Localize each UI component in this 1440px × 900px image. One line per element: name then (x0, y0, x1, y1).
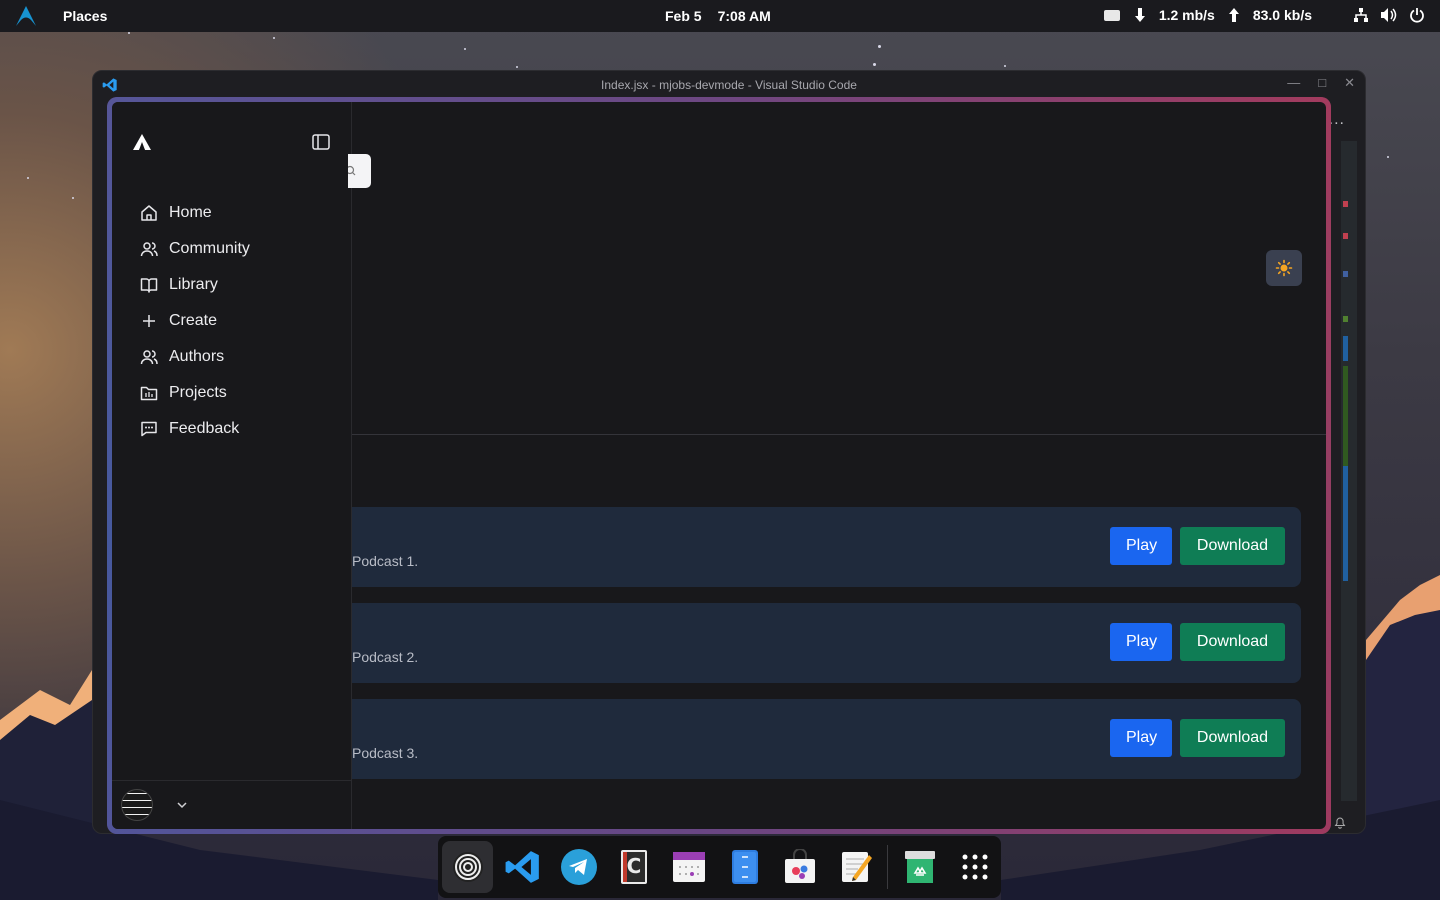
text-editor-icon (841, 852, 872, 882)
users-icon (140, 350, 158, 365)
sidebar-item-projects[interactable]: Projects (140, 375, 250, 411)
download-arrow-icon (1131, 6, 1149, 24)
download-button[interactable]: Download (1180, 527, 1285, 565)
podcast-card: Podcast 2. Play Download (352, 603, 1301, 683)
telegram-icon (560, 849, 597, 885)
brand-logo-icon[interactable] (132, 132, 152, 152)
vscode-icon (505, 851, 539, 883)
notification-bell-icon[interactable] (1333, 815, 1347, 829)
download-speed: 1.2 mb/s (1158, 7, 1215, 23)
dock-app-grid[interactable] (950, 841, 1001, 893)
sidebar-item-community[interactable]: Community (140, 231, 250, 267)
sidebar-item-home[interactable]: Home (140, 195, 250, 231)
software-store-icon (785, 849, 816, 883)
sidebar-item-label: Community (169, 240, 250, 257)
app-window: Home Community Library Create Authors Pr… (107, 97, 1331, 834)
dock-app-vscode[interactable] (497, 841, 548, 893)
dock-app-telegram[interactable] (553, 841, 604, 893)
book-icon (140, 278, 158, 293)
sidebar-item-label: Home (169, 204, 212, 221)
time-label: 7:08 AM (717, 8, 771, 24)
dock-app-settings[interactable] (442, 841, 494, 893)
download-button[interactable]: Download (1180, 719, 1285, 757)
minimap[interactable] (1341, 141, 1357, 801)
sidebar-item-label: Feedback (169, 420, 240, 437)
power-icon[interactable] (1408, 6, 1426, 24)
more-actions-button[interactable]: ... (1329, 111, 1345, 129)
search-input[interactable] (348, 154, 371, 188)
sidebar-toggle-icon[interactable] (311, 132, 331, 152)
vscode-title: Index.jsx - mjobs-devmode - Visual Studi… (601, 78, 857, 92)
sidebar-item-library[interactable]: Library (140, 267, 250, 303)
volume-icon[interactable] (1380, 6, 1398, 24)
download-button[interactable]: Download (1180, 623, 1285, 661)
dock-app-software-store[interactable] (774, 841, 825, 893)
svg-text:C: C (627, 854, 642, 878)
dock-app-text-editor[interactable] (830, 841, 881, 893)
play-button[interactable]: Play (1110, 623, 1172, 661)
clock[interactable]: Feb 5 7:08 AM (665, 8, 771, 24)
dock-app-file-manager[interactable] (719, 841, 770, 893)
maximize-icon[interactable]: □ (1318, 75, 1326, 91)
play-button[interactable]: Play (1110, 719, 1172, 757)
close-icon[interactable]: ✕ (1344, 75, 1355, 91)
users-icon (140, 242, 158, 257)
top-panel: Places Feb 5 7:08 AM 1.2 mb/s 83.0 kb/s (0, 0, 1440, 32)
theme-toggle-button[interactable] (1266, 250, 1302, 286)
podcast-card: Podcast 3. Play Download (352, 699, 1301, 779)
podcast-title: Podcast 1. (352, 553, 419, 569)
dock-app-calendar[interactable] (664, 841, 715, 893)
dock-app-trash[interactable] (894, 841, 945, 893)
sidebar-item-label: Projects (169, 384, 227, 401)
settings-icon (452, 852, 483, 882)
system-tray: 1.2 mb/s 83.0 kb/s (1103, 6, 1426, 24)
upload-arrow-icon (1225, 6, 1243, 24)
podcast-title: Podcast 3. (352, 745, 419, 761)
search-icon (348, 165, 356, 176)
main-content: Podcast 1. Play Download Podcast 2. Play… (348, 102, 1326, 829)
dock: C (438, 836, 1001, 898)
sidebar-item-create[interactable]: Create (140, 303, 250, 339)
sidebar-footer (112, 780, 351, 829)
minimize-icon[interactable]: — (1287, 75, 1300, 91)
podcast-card: Podcast 1. Play Download (352, 507, 1301, 587)
sidebar-item-authors[interactable]: Authors (140, 339, 250, 375)
trash-icon (904, 851, 935, 883)
arch-logo-icon[interactable] (14, 4, 38, 28)
date-label: Feb 5 (665, 8, 702, 24)
network-icon[interactable] (1352, 6, 1370, 24)
app-grid-icon (962, 854, 988, 880)
code-editor-icon: C (620, 850, 647, 884)
sidebar-item-label: Library (169, 276, 218, 293)
sidebar-item-feedback[interactable]: Feedback (140, 411, 250, 447)
play-button[interactable]: Play (1110, 527, 1172, 565)
sidebar: Home Community Library Create Authors Pr… (112, 102, 352, 829)
header-divider (352, 434, 1326, 435)
chevron-down-icon[interactable] (175, 798, 189, 812)
plus-icon (143, 315, 155, 327)
dock-separator (887, 845, 889, 889)
home-icon (141, 205, 157, 221)
app-content: Home Community Library Create Authors Pr… (112, 102, 1326, 829)
avatar[interactable] (121, 789, 153, 821)
folder-icon (140, 386, 158, 401)
calendar-icon (673, 852, 706, 882)
clipboard-icon[interactable] (1103, 6, 1121, 24)
dock-app-code-editor[interactable]: C (608, 841, 659, 893)
sidebar-item-label: Authors (169, 348, 225, 365)
upload-speed: 83.0 kb/s (1252, 7, 1312, 23)
podcast-title: Podcast 2. (352, 649, 419, 665)
message-icon (141, 421, 157, 437)
sidebar-item-label: Create (169, 312, 218, 329)
vscode-icon (102, 78, 117, 92)
places-menu[interactable]: Places (63, 8, 107, 24)
sun-icon (1275, 259, 1293, 277)
sidebar-nav: Home Community Library Create Authors Pr… (140, 195, 250, 447)
vscode-titlebar: Index.jsx - mjobs-devmode - Visual Studi… (93, 71, 1365, 99)
file-manager-icon (731, 850, 758, 884)
